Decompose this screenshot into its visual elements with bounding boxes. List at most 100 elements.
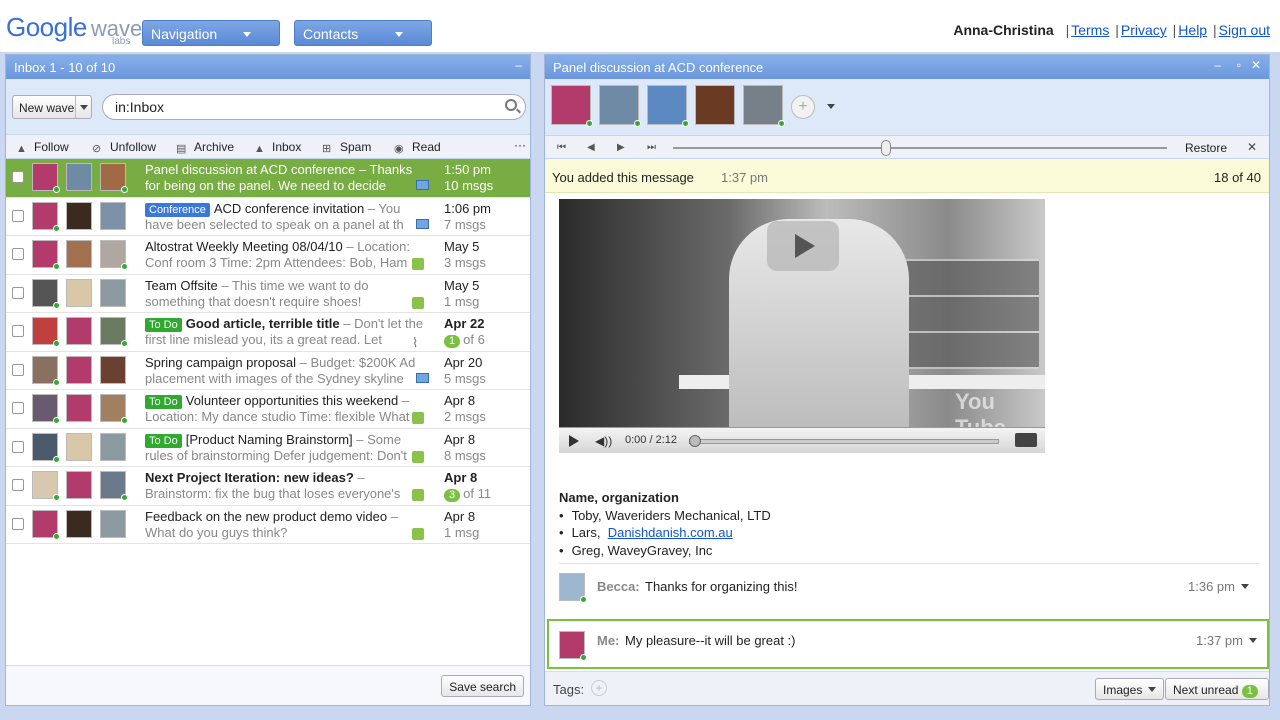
wave-list-item[interactable]: To Do Good article, terrible title – Don'…	[6, 313, 530, 352]
new-wave-button[interactable]: New wave	[12, 95, 92, 119]
row-checkbox[interactable]	[12, 440, 24, 453]
close-icon[interactable]: ✕	[1251, 58, 1261, 72]
participant-avatar[interactable]	[695, 85, 735, 125]
chevron-down-icon	[1148, 687, 1157, 692]
avatar	[66, 278, 92, 307]
wave-list-item[interactable]: Panel discussion at ACD conference – Tha…	[6, 159, 530, 198]
first-icon[interactable]: ⏮	[557, 142, 566, 153]
fullscreen-icon[interactable]	[1015, 433, 1037, 447]
wave-list-item[interactable]: To Do Volunteer opportunities this weeken…	[6, 390, 530, 429]
read-button[interactable]: ◉ Read	[394, 140, 441, 155]
wave-summary: To Do Good article, terrible title – Don'…	[145, 316, 430, 348]
row-checkbox[interactable]	[12, 517, 24, 530]
blip-becca[interactable]: Becca: Thanks for organizing this! 1:36 …	[559, 571, 1259, 609]
label-badge[interactable]: To Do	[145, 433, 182, 448]
follow-button[interactable]: ▲ Follow	[16, 140, 69, 155]
row-checkbox[interactable]	[12, 248, 24, 260]
search-icon[interactable]	[505, 99, 517, 111]
divider	[559, 563, 1259, 564]
restore-button[interactable]: Restore	[1185, 141, 1227, 155]
avatar	[66, 355, 92, 384]
video-frame: You Tube	[559, 199, 1045, 440]
restore-icon[interactable]	[935, 29, 944, 38]
inbox-action-bar: ▲ Follow ⊘ Unfollow ▤ Archive ▲ Inbox ⊞ Spam …	[6, 135, 530, 159]
blip-time[interactable]: 1:37 pm	[1196, 633, 1257, 648]
participant-avatar[interactable]	[647, 85, 689, 127]
blip-me[interactable]: Me: My pleasure--it will be great :) 1:3…	[547, 619, 1269, 669]
more-actions-button[interactable]: ···	[514, 138, 526, 152]
signout-link[interactable]: Sign out	[1219, 22, 1270, 38]
volume-icon[interactable]: ◀))	[595, 434, 612, 448]
label-badge[interactable]: To Do	[145, 395, 182, 409]
label-badge[interactable]: Conference	[145, 202, 210, 217]
wave-list-item[interactable]: Team Offsite – This time we want to do s…	[6, 275, 530, 313]
row-checkbox[interactable]	[12, 479, 24, 491]
terms-link[interactable]: Terms	[1071, 22, 1109, 38]
chevron-down-icon[interactable]	[75, 96, 91, 118]
wave-list-item[interactable]: Conference ACD conference invitation – Yo…	[6, 198, 530, 236]
follow-icon: ▲	[16, 143, 27, 155]
row-checkbox[interactable]	[12, 209, 24, 222]
archive-button[interactable]: ▤ Archive	[176, 140, 234, 155]
wave-list-item[interactable]: Feedback on the new product demo video –…	[6, 506, 530, 544]
play-overlay-icon[interactable]	[767, 221, 839, 271]
last-icon[interactable]: ⏭	[647, 142, 656, 153]
blip-author: Me:	[597, 633, 620, 648]
save-search-button[interactable]: Save search	[441, 675, 524, 697]
video-progress-handle[interactable]	[689, 435, 701, 447]
play-icon[interactable]	[569, 435, 579, 447]
row-checkbox[interactable]	[12, 402, 24, 414]
navigation-dropdown[interactable]: Navigation	[142, 20, 792, 46]
unread-badge: 3	[444, 489, 461, 502]
video-progress[interactable]	[689, 439, 999, 444]
avatar	[32, 432, 60, 463]
images-button[interactable]: Images	[1095, 678, 1165, 700]
help-link[interactable]: Help	[1178, 22, 1207, 38]
next-unread-button[interactable]: Next unread 1	[1165, 678, 1269, 700]
restore-icon[interactable]	[783, 29, 792, 38]
wave-list-item[interactable]: Altostrat Weekly Meeting 08/04/10 – Loca…	[6, 236, 530, 275]
row-checkbox[interactable]	[12, 286, 24, 299]
danishdanish-link[interactable]: Danishdanish.com.au	[608, 525, 733, 540]
wave-date: 1:50 pm	[444, 162, 491, 177]
tags-label: Tags:	[553, 682, 585, 697]
wave-summary: Spring campaign proposal – Budget: $200K…	[145, 355, 430, 387]
video-player[interactable]: You Tube ◀)) 0:00 / 2:12	[559, 199, 1045, 453]
contacts-dropdown[interactable]: Contacts	[294, 20, 944, 46]
wave-list-item[interactable]: To Do [Product Naming Brainstorm] – Some …	[6, 429, 530, 467]
chevron-down-icon[interactable]	[827, 104, 835, 109]
maximize-icon[interactable]: ▫	[1237, 58, 1241, 72]
next-icon[interactable]: ▶	[617, 142, 625, 153]
add-participant-button[interactable]: +	[791, 95, 815, 119]
wave-list-item[interactable]: Next Project Iteration: new ideas? – Bra…	[6, 467, 530, 506]
minimize-icon[interactable]: ‒	[515, 58, 522, 72]
playback-bar: ⏮ ◀ ▶ ⏭ Restore ✕	[545, 135, 1269, 159]
add-tag-button[interactable]: +	[591, 680, 607, 696]
google-wave-logo[interactable]: Google wave labs	[6, 12, 142, 47]
spam-button[interactable]: ⊞ Spam	[322, 140, 371, 155]
participant-avatar[interactable]	[743, 85, 785, 127]
blip-time[interactable]: 1:36 pm	[1188, 579, 1249, 594]
row-checkbox[interactable]	[12, 171, 24, 183]
row-checkbox[interactable]	[12, 325, 24, 337]
search-input[interactable]: in:Inbox	[102, 94, 526, 120]
playback-slider-handle[interactable]	[881, 140, 891, 156]
archive-icon: ▤	[176, 143, 187, 155]
row-checkbox[interactable]	[12, 363, 24, 376]
participant-avatar[interactable]	[551, 85, 593, 127]
msg-count: 7 msgs	[444, 216, 486, 232]
minimize-icon[interactable]: ‒	[1214, 58, 1221, 72]
participant-avatar[interactable]	[599, 85, 641, 127]
avatar	[100, 471, 128, 501]
unfollow-button[interactable]: ⊘ Unfollow	[92, 140, 156, 155]
wave-title: Panel discussion at ACD conference	[145, 162, 356, 177]
blip-text: My pleasure--it will be great :)	[625, 633, 796, 648]
avatar	[66, 163, 92, 191]
inbox-button[interactable]: ▲ Inbox	[254, 140, 301, 155]
privacy-link[interactable]: Privacy	[1121, 22, 1167, 38]
previous-icon[interactable]: ◀	[587, 142, 595, 153]
label-badge[interactable]: To Do	[145, 318, 182, 332]
wave-list-item[interactable]: Spring campaign proposal – Budget: $200K…	[6, 352, 530, 390]
playback-slider[interactable]	[673, 147, 1167, 149]
close-playback-icon[interactable]: ✕	[1247, 140, 1257, 154]
